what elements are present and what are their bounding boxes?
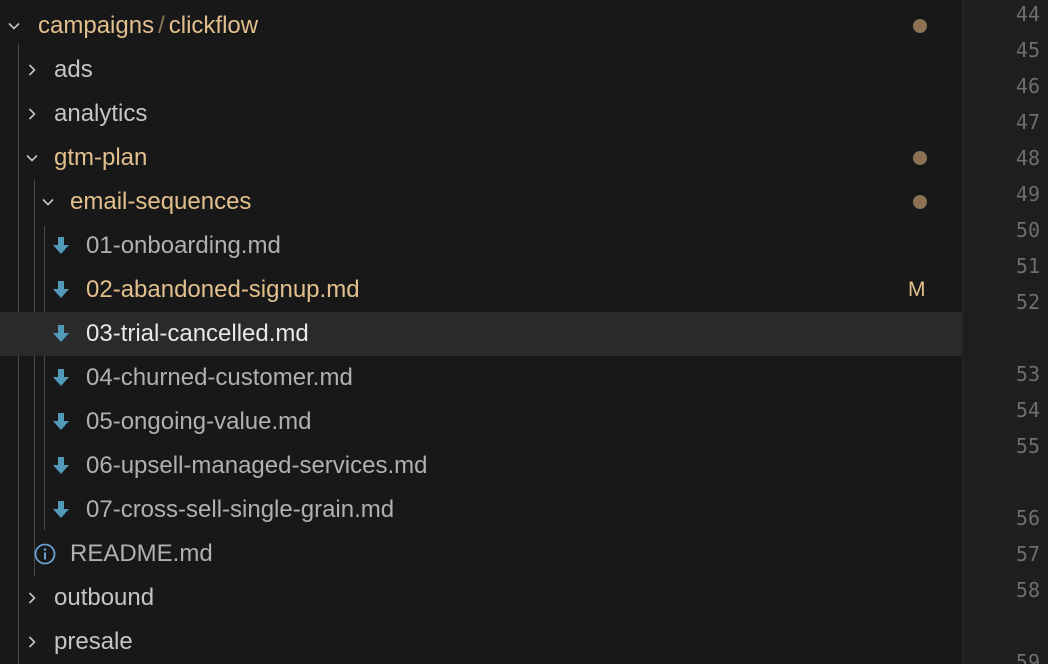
file-label: 02-abandoned-signup.md — [86, 276, 360, 303]
info-icon — [34, 543, 56, 565]
folder-label: gtm-plan — [54, 144, 148, 171]
editor-line-gutter: 44 45 46 47 48 49 50 51 52 53 54 55 56 5… — [964, 0, 1048, 664]
line-number: 49 — [1015, 182, 1040, 206]
file-label: 04-churned-customer.md — [86, 364, 353, 391]
download-arrow-icon — [50, 499, 72, 521]
chevron-down-icon — [24, 150, 40, 166]
line-number: 57 — [1015, 542, 1040, 566]
folder-label: presale — [54, 628, 133, 655]
line-number: 53 — [1015, 362, 1040, 386]
tree-folder-email-sequences[interactable]: email-sequences — [0, 180, 962, 224]
chevron-right-icon — [24, 62, 40, 78]
line-number: 50 — [1015, 218, 1040, 242]
folder-label: analytics — [54, 100, 148, 127]
download-arrow-icon — [50, 235, 72, 257]
file-label: 07-cross-sell-single-grain.md — [86, 496, 395, 523]
tree-folder-gtm-plan[interactable]: gtm-plan — [0, 136, 962, 180]
download-arrow-icon — [50, 279, 72, 301]
tree-file-01-onboarding[interactable]: 01-onboarding.md — [0, 224, 962, 268]
folder-label: outbound — [54, 584, 155, 611]
tree-folder-root[interactable]: campaigns / clickflow — [0, 4, 962, 48]
tree-file-readme[interactable]: README.md — [0, 532, 962, 576]
tree-file-06-upsell-managed-services[interactable]: 06-upsell-managed-services.md — [0, 444, 962, 488]
modified-dot — [913, 151, 927, 165]
download-arrow-icon — [50, 367, 72, 389]
folder-label: ads — [54, 56, 93, 83]
tree-file-05-ongoing-value[interactable]: 05-ongoing-value.md — [0, 400, 962, 444]
line-number: 45 — [1015, 38, 1040, 62]
chevron-down-icon — [6, 18, 22, 34]
download-arrow-icon — [50, 323, 72, 345]
tree-file-02-abandoned-signup[interactable]: 02-abandoned-signup.md M — [0, 268, 962, 312]
tree-folder-analytics[interactable]: analytics — [0, 92, 962, 136]
line-number: 59 — [1015, 650, 1040, 664]
line-number: 51 — [1015, 254, 1040, 278]
file-label: 05-ongoing-value.md — [86, 408, 312, 435]
file-label: 03-trial-cancelled.md — [86, 320, 309, 347]
tree-file-07-cross-sell-single-grain[interactable]: 07-cross-sell-single-grain.md — [0, 488, 962, 532]
chevron-down-icon — [40, 194, 56, 210]
file-label: 01-onboarding.md — [86, 232, 281, 259]
line-number: 55 — [1015, 434, 1040, 458]
folder-label: email-sequences — [70, 188, 252, 215]
line-number: 58 — [1015, 578, 1040, 602]
chevron-right-icon — [24, 106, 40, 122]
path-separator: / — [158, 12, 165, 39]
line-number: 52 — [1015, 290, 1040, 314]
file-label: 06-upsell-managed-services.md — [86, 452, 428, 479]
line-number: 56 — [1015, 506, 1040, 530]
modified-dot — [913, 19, 927, 33]
chevron-right-icon — [24, 590, 40, 606]
download-arrow-icon — [50, 411, 72, 433]
line-number: 44 — [1015, 2, 1040, 26]
download-arrow-icon — [50, 455, 72, 477]
line-number: 47 — [1015, 110, 1040, 134]
root-folder-label: campaigns / clickflow — [38, 12, 259, 39]
line-number: 46 — [1015, 74, 1040, 98]
chevron-right-icon — [24, 634, 40, 650]
git-modified-badge: M — [908, 278, 926, 301]
line-number: 54 — [1015, 398, 1040, 422]
tree-folder-ads[interactable]: ads — [0, 48, 962, 92]
file-label: README.md — [70, 540, 213, 567]
tree-folder-outbound[interactable]: outbound — [0, 576, 962, 620]
tree-folder-presale[interactable]: presale — [0, 620, 962, 664]
line-number: 48 — [1015, 146, 1040, 170]
tree-file-03-trial-cancelled[interactable]: 03-trial-cancelled.md — [0, 312, 962, 356]
file-explorer: campaigns / clickflow ads analytics gtm-pl… — [0, 0, 962, 664]
modified-dot — [913, 195, 927, 209]
tree-file-04-churned-customer[interactable]: 04-churned-customer.md — [0, 356, 962, 400]
